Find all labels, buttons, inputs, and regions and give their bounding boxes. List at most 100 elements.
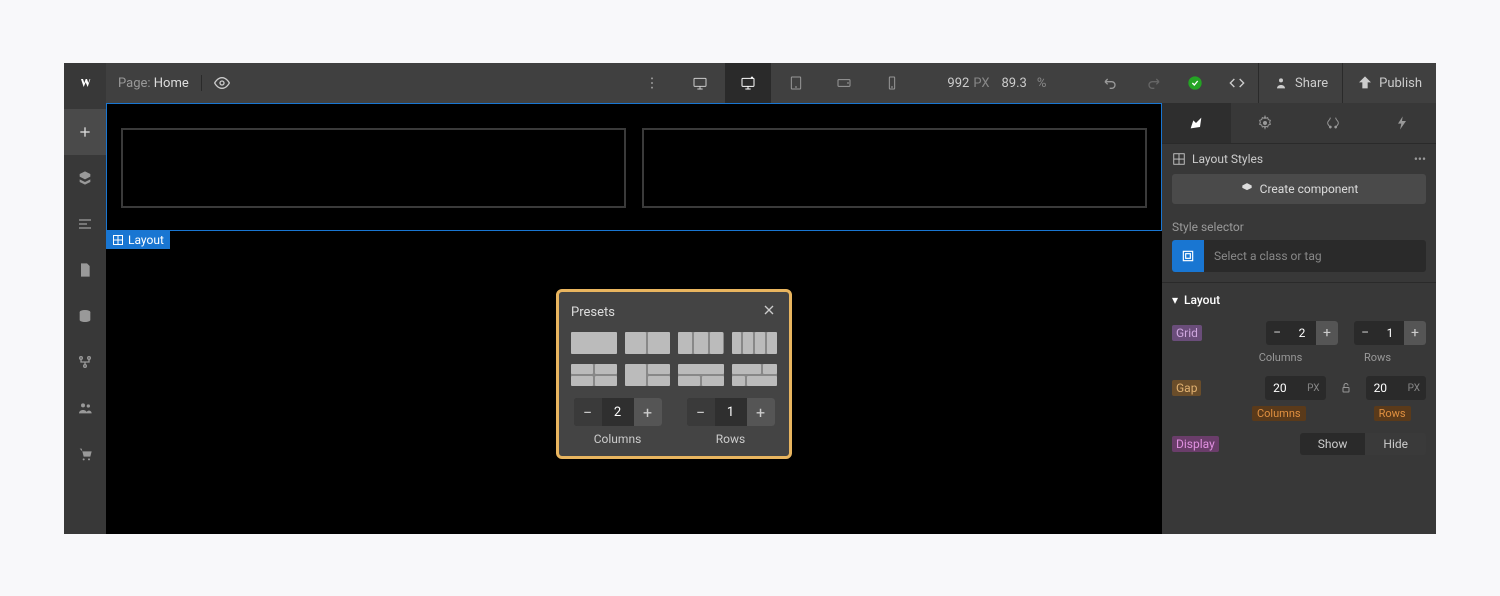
preset-span-left[interactable] [625,364,671,386]
gap-rows-unit: PX [1402,383,1426,394]
tab-effects[interactable] [1368,103,1437,143]
columns-label: Columns [594,432,642,446]
rows-increment[interactable]: + [747,398,775,426]
left-toolbar [64,103,106,534]
presets-title: Presets [571,305,615,320]
webflow-logo[interactable] [64,63,106,103]
preset-1col[interactable] [571,332,617,354]
selection-label[interactable]: Layout [106,231,170,249]
rows-label: Rows [716,432,745,446]
breakpoint-tablet[interactable] [773,63,819,103]
breakpoint-mobile-landscape[interactable] [821,63,867,103]
class-selector[interactable]: Select a class or tag [1172,240,1426,272]
redo-button[interactable] [1132,63,1174,103]
gap-rows-input[interactable]: 20 PX [1366,376,1426,400]
width-unit: PX [973,76,989,91]
grid-rows-stepper: − 1 + [1354,321,1426,345]
pages-button[interactable] [64,247,106,293]
presets-popup: Presets − [556,289,792,459]
zoom-value: 89.3 [1001,76,1026,91]
publish-label: Publish [1379,76,1422,91]
grid-cols-decrement[interactable]: − [1266,321,1288,345]
cols-sublabel: Columns [1232,351,1329,364]
publish-button[interactable]: Publish [1342,63,1436,103]
layout-styles-header[interactable]: Layout Styles ••• [1162,143,1436,174]
share-button[interactable]: Share [1258,63,1342,103]
preset-3col[interactable] [678,332,724,354]
cms-button[interactable] [64,293,106,339]
breakpoint-mobile-portrait[interactable] [869,63,915,103]
page-name: Home [154,76,189,91]
grid-rows-increment[interactable]: + [1404,321,1426,345]
create-component-button[interactable]: Create component [1172,174,1426,204]
selector-icon [1172,240,1204,272]
columns-decrement[interactable]: − [574,398,602,426]
design-canvas[interactable]: Layout Presets [106,103,1162,534]
columns-increment[interactable]: + [634,398,662,426]
style-selector-label: Style selector [1162,212,1436,240]
preset-2x2[interactable] [571,364,617,386]
gap-label: Gap [1172,380,1201,396]
gap-cols-unit: PX [1301,383,1325,394]
logic-button[interactable] [64,339,106,385]
navigator-button[interactable] [64,201,106,247]
app-window: Page: Home 992 PX 89.3 % [64,63,1436,534]
topbar: Page: Home 992 PX 89.3 % [64,63,1436,103]
main-area: Layout Presets [64,103,1436,534]
breakpoint-desktop[interactable] [677,63,723,103]
grid-cols-value[interactable]: 2 [1288,321,1316,345]
rows-sublabel: Rows [1329,351,1426,364]
more-icon[interactable]: ••• [1414,152,1426,166]
status-check-icon[interactable] [1174,63,1216,103]
grid-cols-increment[interactable]: + [1316,321,1338,345]
display-show[interactable]: Show [1300,433,1366,455]
display-row: Display Show Hide [1162,429,1436,459]
preset-masonry[interactable] [732,364,778,386]
style-panel: Layout Styles ••• Create component Style… [1162,103,1436,534]
rows-decrement[interactable]: − [687,398,715,426]
gap-rows-value: 20 [1366,381,1402,395]
grid-rows-value[interactable]: 1 [1376,321,1404,345]
class-placeholder: Select a class or tag [1204,249,1332,263]
undo-button[interactable] [1090,63,1132,103]
users-button[interactable] [64,385,106,431]
add-element-button[interactable] [64,109,106,155]
chevron-down-icon: ▾ [1172,293,1178,307]
tab-style[interactable] [1162,103,1231,143]
preset-2col[interactable] [625,332,671,354]
components-button[interactable] [64,155,106,201]
ecommerce-button[interactable] [64,431,106,477]
preset-4col[interactable] [732,332,778,354]
gap-rows-sublabel: Rows [1374,406,1411,421]
preview-toggle[interactable] [201,75,243,91]
export-code-button[interactable] [1216,63,1258,103]
selected-element[interactable] [106,103,1162,231]
tab-settings[interactable] [1231,103,1300,143]
canvas-dimensions[interactable]: 992 PX 89.3 % [947,76,1046,91]
options-menu[interactable] [635,75,669,91]
close-icon[interactable] [761,302,777,322]
grid-cell[interactable] [642,128,1147,208]
breakpoint-desktop-base[interactable] [725,63,771,103]
display-toggle: Show Hide [1300,433,1426,455]
display-label: Display [1172,436,1219,452]
grid-container [121,128,1147,208]
gap-cols-input[interactable]: 20 PX [1265,376,1325,400]
preset-span-top[interactable] [678,364,724,386]
gap-lock-icon[interactable] [1336,382,1356,394]
grid-cell[interactable] [121,128,626,208]
grid-rows-decrement[interactable]: − [1354,321,1376,345]
share-label: Share [1295,76,1328,91]
layout-styles-label: Layout Styles [1192,152,1263,166]
rows-value[interactable]: 1 [715,398,747,426]
display-hide[interactable]: Hide [1365,433,1426,455]
columns-value[interactable]: 2 [602,398,634,426]
page-prefix: Page: [118,76,151,91]
tab-interactions[interactable] [1299,103,1368,143]
grid-row: Grid − 2 + − 1 + [1162,317,1436,349]
breakpoint-switcher [677,63,915,103]
panel-tabs [1162,103,1436,143]
layout-section-header[interactable]: ▾ Layout [1162,282,1436,317]
page-selector[interactable]: Page: Home [106,76,201,91]
grid-cols-stepper: − 2 + [1266,321,1338,345]
